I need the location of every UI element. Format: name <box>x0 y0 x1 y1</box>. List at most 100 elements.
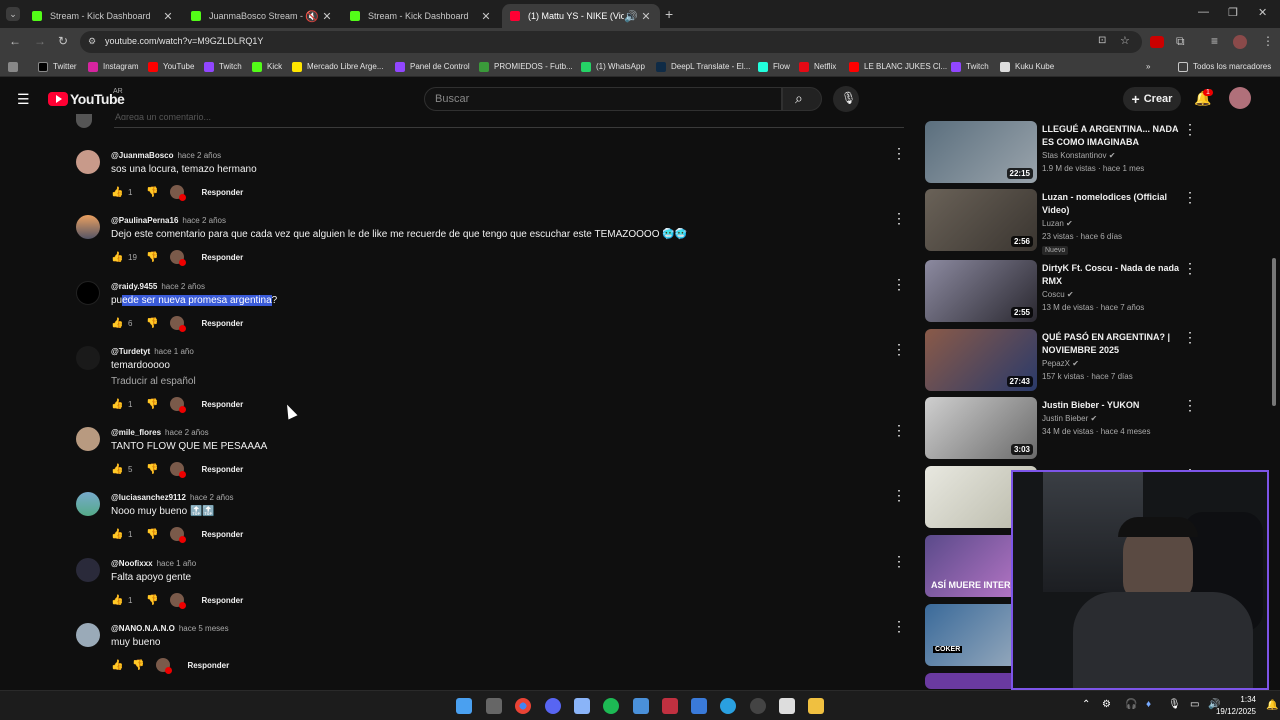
avatar[interactable] <box>76 281 100 305</box>
video-thumbnail[interactable]: 27:43 <box>925 329 1037 391</box>
reply-button[interactable]: Responder <box>201 596 243 605</box>
minimize-button[interactable]: — <box>1198 6 1209 18</box>
liked-icon[interactable]: 👍 <box>111 252 123 263</box>
bookmark-deepl[interactable]: DeepL Translate - El... <box>656 60 750 73</box>
video-channel[interactable]: Stas Konstantinov ✔ <box>1042 151 1115 160</box>
chrome-icon[interactable] <box>515 698 531 714</box>
like-icon[interactable]: 👍 <box>111 318 123 329</box>
account-avatar[interactable] <box>1229 87 1251 109</box>
like-icon[interactable]: 👍 <box>111 464 123 475</box>
dislike-icon[interactable]: 👎 <box>146 318 158 329</box>
file-explorer-icon[interactable] <box>808 698 824 714</box>
create-button[interactable]: + Crear <box>1123 87 1181 111</box>
tray-icon[interactable]: ⚙ <box>1102 699 1111 710</box>
dislike-icon[interactable]: 👎 <box>146 252 158 263</box>
bookmark-panel-control[interactable]: Panel de Control <box>395 60 470 73</box>
related-video[interactable]: 3:03 Justin Bieber - YUKON Justin Bieber… <box>925 397 1197 461</box>
profile-avatar[interactable] <box>1233 35 1247 49</box>
bookmark-twitch-2[interactable]: Twitch <box>951 60 989 73</box>
video-menu-icon[interactable]: ⋮ <box>1183 260 1197 277</box>
reply-button[interactable]: Responder <box>201 530 243 539</box>
bookmark-whatsapp[interactable]: (1) WhatsApp <box>581 60 645 73</box>
video-menu-icon[interactable]: ⋮ <box>1183 189 1197 206</box>
apps-icon[interactable] <box>8 60 18 73</box>
video-menu-icon[interactable]: ⋮ <box>1183 397 1197 414</box>
comment-author[interactable]: @luciasanchez9112 <box>111 493 186 502</box>
tab-kick-dashboard-2[interactable]: Stream - Kick Dashboard ✕ <box>342 4 500 28</box>
comment-author[interactable]: @raidy.9455 <box>111 282 157 291</box>
bookmark-instagram[interactable]: Instagram <box>88 60 139 73</box>
like-icon[interactable]: 👍 <box>111 595 123 606</box>
comment-time[interactable]: hace 5 meses <box>179 624 229 633</box>
youtube-logo-icon[interactable] <box>48 92 68 106</box>
video-title[interactable]: LLEGUÉ A ARGENTINA... NADA ES COMO IMAGI… <box>1042 123 1184 149</box>
close-icon[interactable]: ✕ <box>162 10 174 23</box>
video-title[interactable]: DirtyK Ft. Coscu - Nada de nada RMX <box>1042 262 1184 288</box>
bookmark-twitch[interactable]: Twitch <box>204 60 242 73</box>
comment-menu-icon[interactable]: ⋮ <box>892 618 906 635</box>
translate-link[interactable]: Traducir al español <box>111 376 196 387</box>
network-icon[interactable]: ▭ <box>1190 699 1199 710</box>
bookmark-youtube[interactable]: YouTube <box>148 60 194 73</box>
obs-icon[interactable] <box>750 698 766 714</box>
like-icon[interactable]: 👍 <box>111 187 123 198</box>
video-title[interactable]: QUÉ PASÓ EN ARGENTINA? | NOVIEMBRE 2025 <box>1042 331 1184 357</box>
tab-kick-dashboard-1[interactable]: Stream - Kick Dashboard ✕ <box>24 4 182 28</box>
page-scrollbar[interactable] <box>1272 258 1276 406</box>
video-channel[interactable]: Coscu ✔ <box>1042 290 1074 299</box>
extensions-icon[interactable]: ⧉ <box>1176 34 1185 49</box>
address-bar[interactable]: ⚙ youtube.com/watch?v=M9GZLDLRQ1Y ⊡ ☆ <box>80 31 1142 53</box>
video-thumbnail[interactable]: 3:03 <box>925 397 1037 459</box>
related-video[interactable]: 2:56 Luzan - nomelodices (Official Video… <box>925 189 1197 255</box>
comment-menu-icon[interactable]: ⋮ <box>892 341 906 358</box>
adblock-icon[interactable] <box>1150 36 1164 48</box>
comment-menu-icon[interactable]: ⋮ <box>892 276 906 293</box>
bookmark-star-icon[interactable]: ☆ <box>1120 34 1130 47</box>
reply-button[interactable]: Responder <box>201 465 243 474</box>
bookmark-promiedos[interactable]: PROMIEDOS - Futb... <box>479 60 573 73</box>
task-view-icon[interactable] <box>486 698 502 714</box>
telegram-icon[interactable] <box>720 698 736 714</box>
tab-juanmabosco-stream[interactable]: JuanmaBosco Stream - Wat 🔇 ✕ <box>183 4 341 28</box>
install-icon[interactable]: ⊡ <box>1098 35 1106 46</box>
media-control-icon[interactable]: ≡ <box>1211 34 1218 48</box>
search-button[interactable]: ⌕ <box>782 87 822 111</box>
all-bookmarks[interactable]: Todos los marcadores <box>1178 60 1271 73</box>
video-channel[interactable]: PepazX ✔ <box>1042 359 1079 368</box>
reply-button[interactable]: Responder <box>201 319 243 328</box>
bookmark-flow[interactable]: Flow <box>758 60 790 73</box>
bookmark-kuku-kube[interactable]: Kuku Kube <box>1000 60 1054 73</box>
comment-author[interactable]: @mile_flores <box>111 428 161 437</box>
tab-youtube-active[interactable]: (1) Mattu YS - NIKE (Video 🔊 ✕ <box>502 4 660 28</box>
discord-icon[interactable] <box>545 698 561 714</box>
bookmark-twitter[interactable]: Twitter <box>38 60 77 73</box>
dislike-icon[interactable]: 👎 <box>146 464 158 475</box>
add-comment-input[interactable]: Agrega un comentario... <box>115 112 211 120</box>
reply-button[interactable]: Responder <box>187 661 229 670</box>
related-video[interactable]: 2:55 DirtyK Ft. Coscu - Nada de nada RMX… <box>925 260 1197 324</box>
comment-author[interactable]: @Noofixxx <box>111 559 153 568</box>
like-icon[interactable]: 👍 <box>111 399 123 410</box>
comment-author[interactable]: @PaulinaPerna16 <box>111 216 178 225</box>
notepad-icon[interactable] <box>633 698 649 714</box>
maximize-button[interactable]: ❐ <box>1228 6 1238 19</box>
audio-icon[interactable]: 🔊 <box>624 10 638 23</box>
steam-icon[interactable]: ♦ <box>1146 699 1151 710</box>
close-icon[interactable]: ✕ <box>321 10 333 23</box>
app-icon[interactable] <box>574 698 590 714</box>
bookmark-kick[interactable]: Kick <box>252 60 282 73</box>
mute-icon[interactable]: 🔇 <box>305 10 319 23</box>
avatar[interactable] <box>76 558 100 582</box>
bookmark-le-blanc[interactable]: LE BLANC JUKES Cl... <box>849 60 947 73</box>
snipping-icon[interactable] <box>662 698 678 714</box>
comment-author[interactable]: @Turdetyt <box>111 347 150 356</box>
video-menu-icon[interactable]: ⋮ <box>1183 121 1197 138</box>
tray-chevron-icon[interactable]: ⌃ <box>1082 699 1090 710</box>
video-thumbnail[interactable]: 2:56 <box>925 189 1037 251</box>
forward-icon[interactable]: → <box>34 34 46 48</box>
dislike-icon[interactable]: 👎 <box>132 660 144 671</box>
reply-button[interactable]: Responder <box>201 253 243 262</box>
like-icon[interactable]: 👍 <box>111 660 123 671</box>
comment-time[interactable]: hace 2 años <box>161 282 205 291</box>
system-clock[interactable]: 1:34 19/12/2025 <box>1216 694 1256 718</box>
